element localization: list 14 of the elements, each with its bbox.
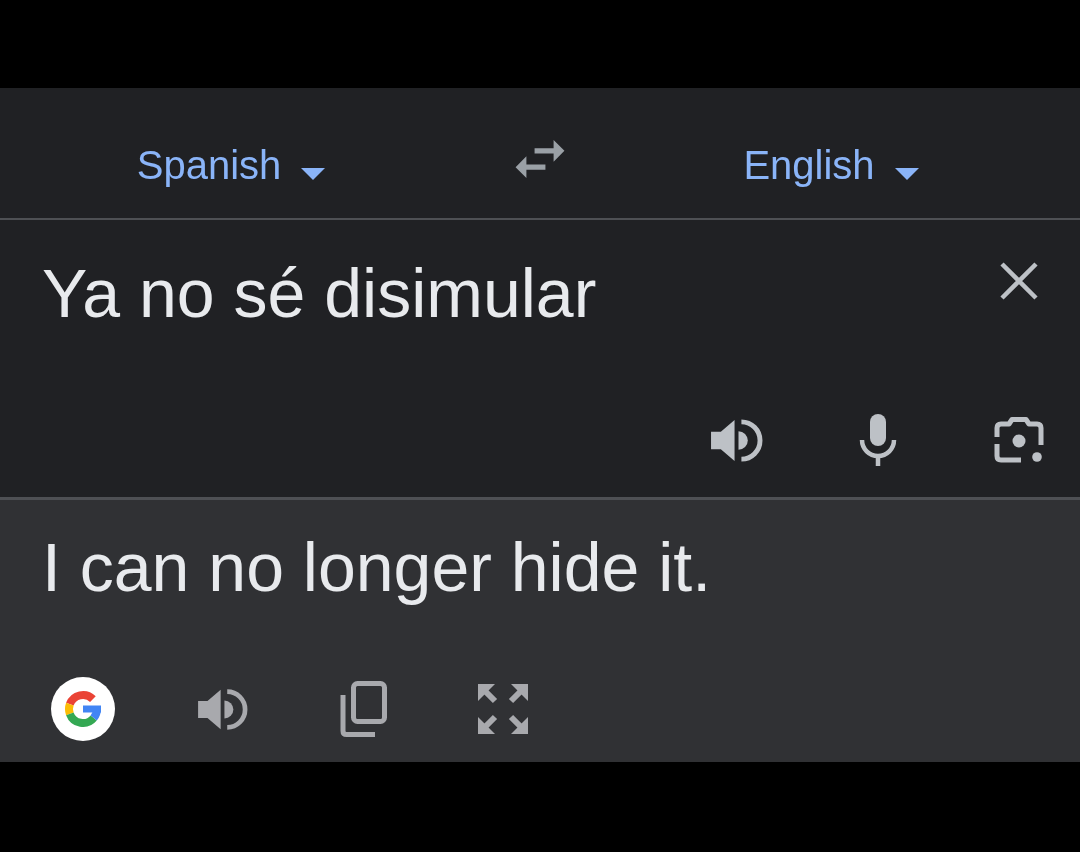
- caret-icon: [301, 168, 326, 180]
- source-language-button[interactable]: Spanish: [136, 141, 326, 189]
- logo-icon: [51, 677, 115, 741]
- microphone-icon: [858, 414, 898, 466]
- caret-icon: [894, 168, 919, 180]
- target-language-button[interactable]: English: [743, 141, 919, 189]
- swap-languages-button[interactable]: [515, 140, 565, 178]
- logo-button[interactable]: [51, 677, 115, 741]
- camera-icon: [993, 415, 1045, 465]
- swap-icon: [515, 140, 565, 178]
- expand-icon: [478, 684, 528, 734]
- translation-text: I can no longer hide it.: [42, 528, 712, 606]
- close-icon: [999, 261, 1039, 301]
- copy-icon: [339, 681, 387, 737]
